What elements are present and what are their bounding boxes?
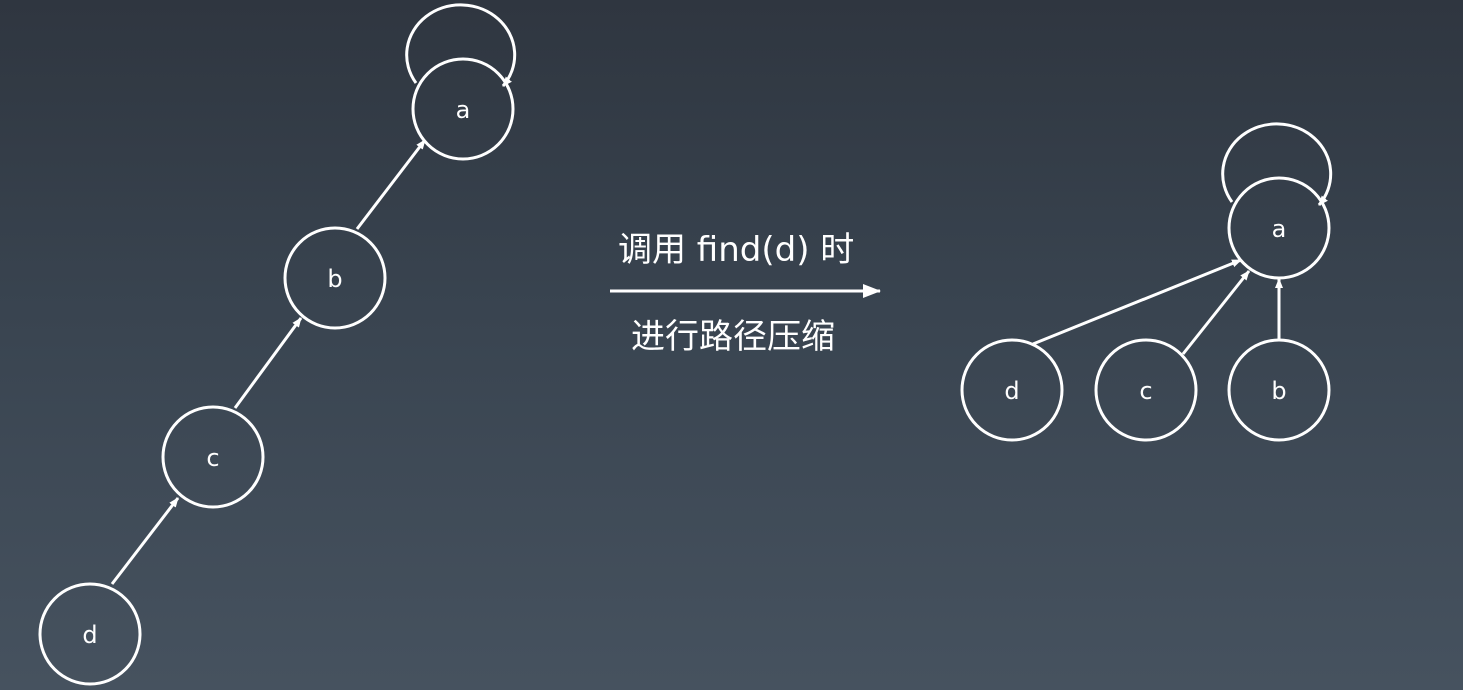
after-node-c: c xyxy=(1094,338,1198,442)
before-edge-c-to-b xyxy=(233,317,303,409)
after-node-a: a xyxy=(1227,176,1331,280)
before-node-c: c xyxy=(161,405,265,509)
before-node-a-label: a xyxy=(456,96,471,124)
before-node-b-label: b xyxy=(327,265,342,293)
after-node-a-label: a xyxy=(1272,215,1287,243)
before-tree: a b c d xyxy=(38,3,517,686)
transition: 调用 find(d) 时 进行路径压缩 xyxy=(610,230,881,357)
before-node-a: a xyxy=(411,57,515,161)
after-node-b: b xyxy=(1227,338,1331,442)
before-node-c-label: c xyxy=(206,444,219,472)
before-edge-d-to-c xyxy=(110,497,180,585)
after-node-d-label: d xyxy=(1004,377,1019,405)
path-compression-diagram: a b c d 调用 find(d) 时 进行路径压缩 a d c b xyxy=(38,3,1333,686)
before-node-b: b xyxy=(283,226,387,330)
before-node-d-label: d xyxy=(82,621,97,649)
after-edge-c-to-a xyxy=(1181,270,1251,355)
after-tree: a d c b xyxy=(960,122,1333,442)
transition-top-text: 调用 find(d) 时 xyxy=(618,230,854,270)
transition-bottom-text: 进行路径压缩 xyxy=(631,317,835,357)
after-node-b-label: b xyxy=(1271,377,1286,405)
after-edge-d-to-a xyxy=(1032,258,1242,346)
after-node-d: d xyxy=(960,338,1064,442)
after-node-c-label: c xyxy=(1139,377,1152,405)
before-edge-b-to-a xyxy=(355,139,427,230)
before-node-d: d xyxy=(38,582,142,686)
